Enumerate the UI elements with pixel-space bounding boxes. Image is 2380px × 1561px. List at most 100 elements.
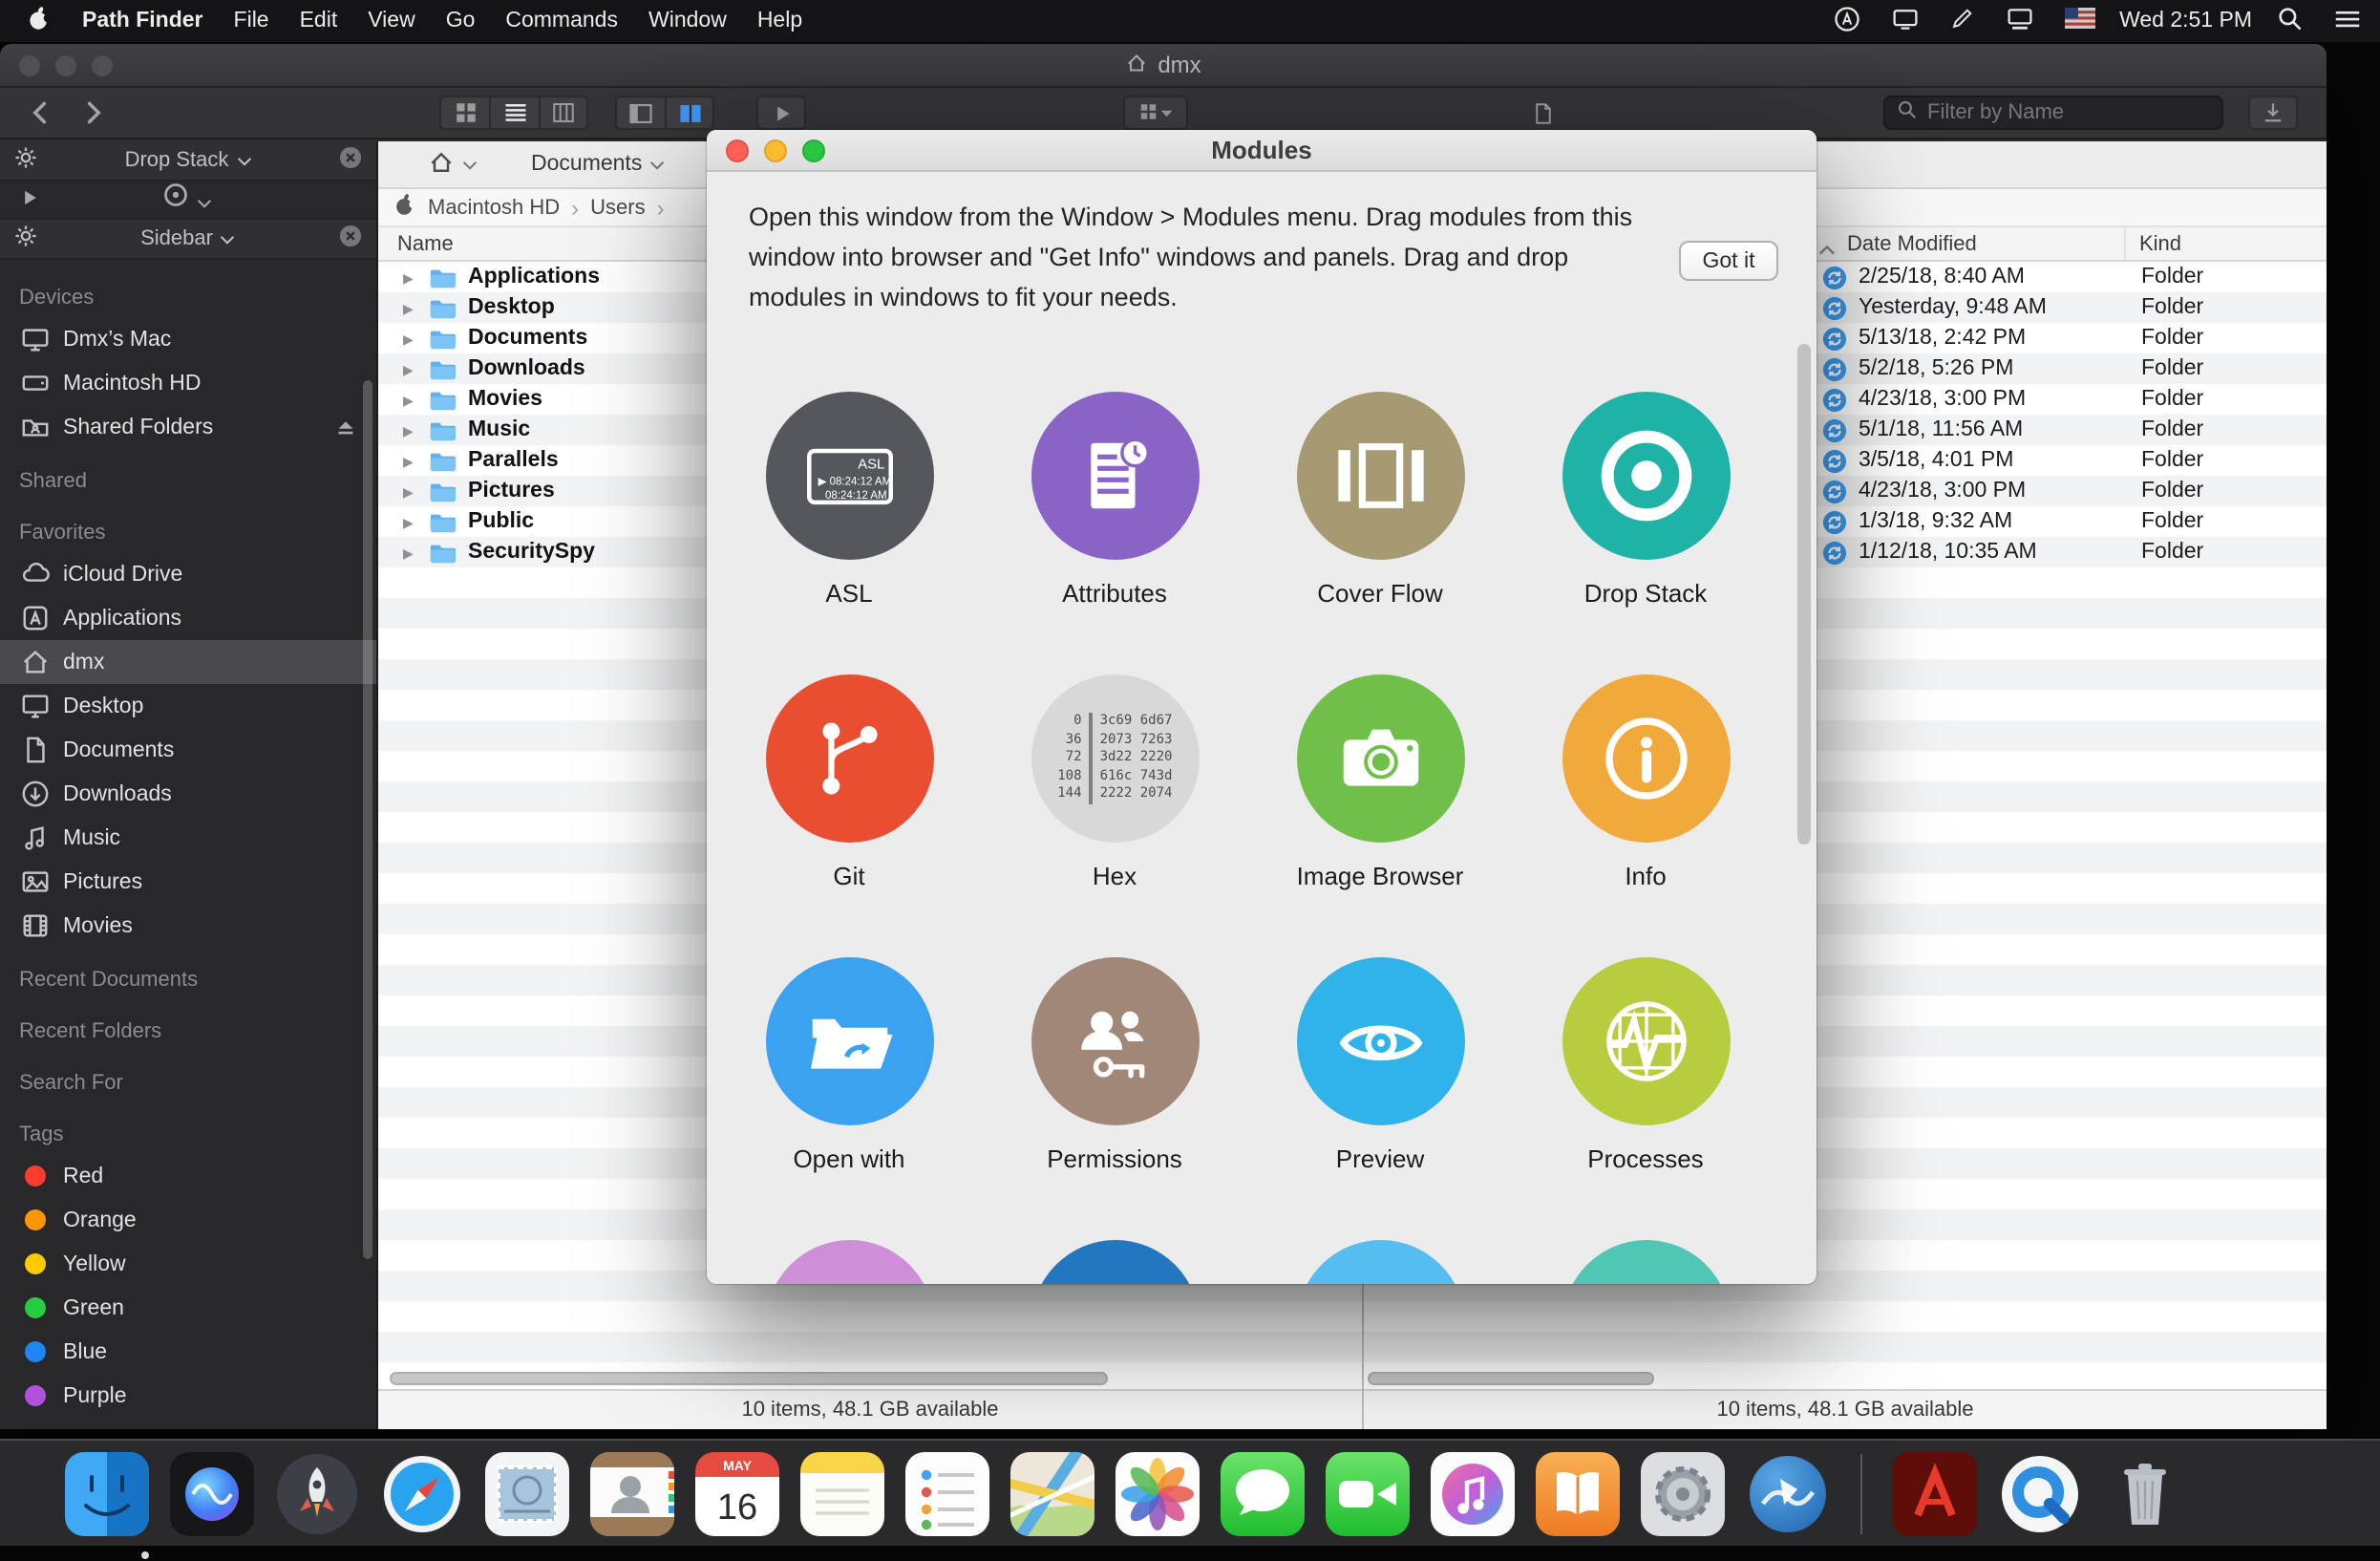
sidebar-section-recent-documents[interactable]: Recent Documents — [0, 959, 376, 999]
sidebar-tag-blue[interactable]: Blue — [0, 1330, 376, 1374]
sidebar-section-shared[interactable]: Shared — [0, 460, 376, 501]
sidebar-section-favorites[interactable]: Favorites — [0, 512, 376, 552]
sidebar-item-movies[interactable]: Movies — [0, 904, 376, 948]
sidebar-tag-green[interactable]: Green — [0, 1286, 376, 1330]
dock-item-maps[interactable] — [1010, 1451, 1094, 1535]
module-partial-3[interactable] — [1247, 1240, 1513, 1284]
path-segment[interactable]: Macintosh HD — [428, 196, 560, 219]
menu-window[interactable]: Window — [648, 10, 727, 32]
sidebar-item-macintosh-hd[interactable]: Macintosh HD — [0, 361, 376, 405]
menu-extra-pen[interactable] — [1949, 5, 1974, 37]
module-hex[interactable]: 036721081443c69 6d672073 72633d22 222061… — [982, 674, 1247, 957]
view-columns-button[interactable] — [539, 96, 588, 130]
dialog-minimize-button[interactable] — [764, 139, 787, 161]
dock-item-calendar[interactable]: MAY16 — [695, 1451, 779, 1535]
sidebar-tag-gray[interactable]: Gray — [0, 1418, 376, 1429]
dock-item-reminders[interactable] — [905, 1451, 989, 1535]
window-titlebar[interactable]: dmx — [0, 44, 2327, 88]
dock-item-facetime[interactable] — [1326, 1451, 1410, 1535]
gear-icon[interactable] — [13, 145, 38, 176]
sidebar-item-desktop[interactable]: Desktop — [0, 684, 376, 728]
drop-stack-title[interactable]: Drop Stack — [46, 149, 330, 172]
app-menu-title[interactable]: Path Finder — [82, 10, 203, 32]
sidebar-item-dmx[interactable]: dmx — [0, 640, 376, 684]
menu-extra-notification-center[interactable] — [2334, 5, 2361, 37]
download-button[interactable] — [2248, 96, 2298, 130]
window-close-button[interactable] — [19, 54, 40, 75]
computer-icon[interactable] — [393, 193, 416, 222]
column-header-kind[interactable]: Kind — [2139, 233, 2181, 256]
module-info[interactable]: Info — [1513, 674, 1778, 957]
dock-item-system-preferences[interactable] — [1641, 1451, 1725, 1535]
apple-menu-icon[interactable] — [27, 6, 52, 36]
column-header-name[interactable]: Name — [378, 232, 454, 255]
proxy-page-icon[interactable] — [1519, 96, 1568, 130]
horizontal-scrollbar[interactable] — [390, 1372, 1108, 1385]
dock-item-blue-globe-app[interactable] — [1746, 1451, 1830, 1535]
module-cover-flow[interactable]: Cover Flow — [1247, 392, 1513, 674]
dock-item-mail[interactable] — [485, 1451, 569, 1535]
dialog-close-button[interactable] — [726, 139, 749, 161]
disclosure-triangle-icon[interactable] — [403, 510, 422, 533]
dock-item-notes[interactable] — [800, 1451, 884, 1535]
dock-item-acrobat[interactable] — [1893, 1451, 1977, 1535]
forward-button[interactable] — [69, 96, 118, 130]
tab-home[interactable] — [428, 148, 478, 181]
menu-commands[interactable]: Commands — [505, 10, 618, 32]
view-options-dropdown[interactable] — [1123, 96, 1188, 130]
module-permissions[interactable]: Permissions — [982, 957, 1247, 1240]
disclosure-triangle-icon[interactable] — [403, 541, 422, 564]
window-zoom-button[interactable] — [92, 54, 113, 75]
menu-extra-spotlight[interactable] — [2277, 5, 2304, 37]
dock-divider[interactable] — [1860, 1453, 1862, 1533]
gear-icon[interactable] — [13, 224, 38, 254]
module-partial-1[interactable] — [716, 1240, 982, 1284]
disclosure-triangle-icon[interactable] — [403, 296, 422, 319]
dock-item-itunes[interactable] — [1431, 1451, 1515, 1535]
sidebar-scrollbar[interactable] — [363, 380, 372, 1259]
path-segment[interactable]: Users — [590, 196, 645, 219]
module-processes[interactable]: Processes — [1513, 957, 1778, 1240]
sidebar-item-shared-folders[interactable]: Shared Folders — [0, 405, 376, 449]
eject-icon[interactable] — [334, 416, 357, 438]
disclosure-triangle-icon[interactable] — [403, 449, 422, 472]
dialog-zoom-button[interactable] — [802, 139, 825, 161]
sidebar-item-pictures[interactable]: Pictures — [0, 860, 376, 904]
sidebar-panel-title[interactable]: Sidebar — [46, 227, 330, 250]
menu-extra-display[interactable] — [1890, 5, 1919, 37]
sidebar-item-applications[interactable]: Applications — [0, 596, 376, 640]
module-open-with[interactable]: Open with — [716, 957, 982, 1240]
view-list-button[interactable] — [489, 96, 539, 130]
disclosure-triangle-icon[interactable] — [403, 418, 422, 441]
sidebar-tag-purple[interactable]: Purple — [0, 1374, 376, 1418]
module-attributes[interactable]: Attributes — [982, 392, 1247, 674]
dialog-titlebar[interactable]: Modules — [707, 130, 1817, 172]
sidebar-item-documents[interactable]: Documents — [0, 728, 376, 772]
close-icon[interactable] — [338, 145, 363, 176]
sidebar-item-downloads[interactable]: Downloads — [0, 772, 376, 816]
sidebar-tag-red[interactable]: Red — [0, 1154, 376, 1198]
module-git[interactable]: Git — [716, 674, 982, 957]
single-pane-button[interactable] — [615, 96, 665, 130]
sidebar-section-devices[interactable]: Devices — [0, 277, 376, 317]
menu-edit[interactable]: Edit — [300, 10, 338, 32]
dock-item-photos[interactable] — [1116, 1451, 1200, 1535]
dialog-scrollbar[interactable] — [1797, 344, 1811, 845]
column-header-date-modified[interactable]: Date Modified — [1847, 233, 1977, 256]
dock-item-quicktime[interactable] — [1998, 1451, 2082, 1535]
module-asl[interactable]: ASL▶ 08:24:12 AM08:24:12 AM ASL — [716, 392, 982, 674]
sidebar-item-dmxs-mac[interactable]: Dmx’s Mac — [0, 317, 376, 361]
dock-item-safari[interactable] — [380, 1451, 464, 1535]
filter-field[interactable] — [1883, 96, 2223, 130]
dock-item-contacts[interactable] — [590, 1451, 674, 1535]
module-image-browser[interactable]: Image Browser — [1247, 674, 1513, 957]
view-icons-button[interactable] — [439, 96, 489, 130]
menubar-clock[interactable]: Wed 2:51 PM — [2119, 10, 2252, 32]
horizontal-scrollbar[interactable] — [1368, 1372, 1654, 1385]
module-partial-4[interactable] — [1513, 1240, 1778, 1284]
window-minimize-button[interactable] — [55, 54, 76, 75]
menu-extra-monitor[interactable] — [2005, 5, 2033, 37]
sidebar-section-tags[interactable]: Tags — [0, 1114, 376, 1154]
menu-view[interactable]: View — [368, 10, 414, 32]
sidebar-section-search-for[interactable]: Search For — [0, 1062, 376, 1102]
